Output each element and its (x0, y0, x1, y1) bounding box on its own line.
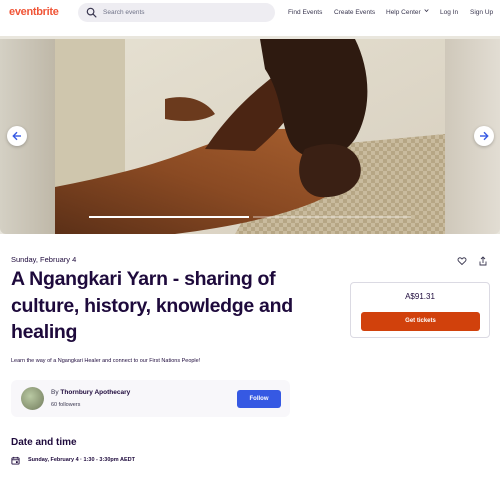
date-time-heading: Date and time (11, 437, 77, 448)
eventbrite-logo[interactable]: eventbrite (9, 6, 59, 18)
date-time-value: Sunday, February 4 · 1:30 - 3:30pm AEDT (28, 457, 135, 463)
event-summary: Learn the way of a Ngangkari Healer and … (11, 358, 201, 364)
get-tickets-button[interactable]: Get tickets (361, 312, 480, 331)
nav-sign-up[interactable]: Sign Up (470, 8, 493, 17)
organizer-card: By Thornbury Apothecary 60 followers Fol… (11, 380, 290, 417)
nav-help-center-label: Help Center (386, 9, 421, 16)
hands-photo (55, 39, 445, 234)
search-icon (86, 7, 97, 18)
nav-help-center[interactable]: Help Center (386, 8, 429, 17)
chevron-down-icon (424, 9, 429, 13)
search-input[interactable]: Search events (103, 7, 145, 18)
share-icon[interactable] (478, 256, 488, 266)
organizer-name[interactable]: Thornbury Apothecary (60, 389, 130, 396)
carousel-next-button[interactable] (474, 126, 494, 146)
nav-log-in[interactable]: Log In (440, 8, 458, 17)
organizer-by-prefix: By (51, 389, 59, 396)
nav-create-events[interactable]: Create Events (334, 8, 375, 17)
ticket-price: A$91.31 (405, 292, 435, 301)
carousel-prev-button[interactable] (7, 126, 27, 146)
hero-image (55, 39, 445, 234)
carousel-progress-active (89, 216, 249, 218)
arrow-right-icon (480, 131, 489, 141)
ticket-panel: A$91.31 Get tickets (350, 282, 490, 338)
carousel-progress-inactive (253, 216, 411, 218)
follow-button[interactable]: Follow (237, 390, 281, 408)
nav-find-events[interactable]: Find Events (288, 8, 322, 17)
heart-icon[interactable] (457, 256, 467, 266)
organizer-byline: By Thornbury Apothecary (51, 389, 130, 396)
search-bar[interactable]: Search events (78, 3, 275, 22)
event-date: Sunday, February 4 (11, 255, 77, 264)
calendar-icon (11, 456, 20, 465)
organizer-followers: 60 followers (51, 402, 81, 408)
organizer-avatar[interactable] (21, 387, 44, 410)
event-title: A Ngangkari Yarn - sharing of culture, h… (11, 268, 293, 343)
arrow-left-icon (12, 131, 21, 141)
top-nav-bar: eventbrite Search events Find Events Cre… (0, 0, 500, 26)
